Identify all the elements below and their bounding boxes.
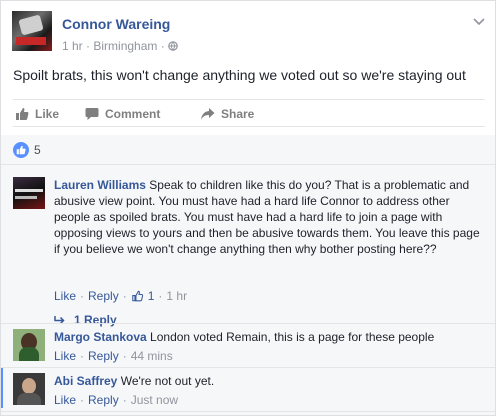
likes-summary: 5 <box>1 135 495 165</box>
action-bar: Like Comment Share <box>13 99 485 127</box>
commenter-avatar[interactable] <box>13 373 45 405</box>
replies-count-label: 1 Reply <box>74 313 117 327</box>
post-header: Connor Wareing 1 hr · Birmingham · <box>12 11 486 59</box>
comment-item: Abi Saffrey We're not out yet. Like · Re… <box>13 373 487 413</box>
comment-body: Abi Saffrey We're not out yet. <box>54 373 484 389</box>
dot-separator: · <box>80 393 85 407</box>
comments-section: Lauren Williams Speak to children like t… <box>1 165 495 415</box>
like-count[interactable]: 5 <box>34 143 41 157</box>
comment-reply-link[interactable]: Reply <box>88 289 119 303</box>
comment-icon <box>85 108 99 120</box>
comment-time[interactable]: 44 mins <box>131 349 173 363</box>
commenter-name[interactable]: Margo Stankova <box>54 330 147 344</box>
post-meta: 1 hr · Birmingham · <box>62 39 178 53</box>
chevron-down-icon[interactable] <box>472 17 486 27</box>
like-label: Like <box>35 107 60 121</box>
thumbs-up-icon <box>16 145 26 155</box>
dot-separator: · <box>80 289 85 303</box>
comment-reaction-count[interactable]: 1 <box>148 289 155 303</box>
comment-actions: Like · Reply · 44 mins <box>54 349 173 363</box>
comment-reply-link[interactable]: Reply <box>88 393 119 407</box>
dot-separator: · <box>122 349 127 363</box>
comment-body: Margo Stankova London voted Remain, this… <box>54 329 484 345</box>
commenter-avatar[interactable] <box>13 329 45 361</box>
view-replies-link[interactable]: 1 Reply <box>54 313 117 327</box>
comment-like-link[interactable]: Like <box>54 289 76 303</box>
comment-actions: Like · Reply · Just now <box>54 393 178 407</box>
comment-reply-link[interactable]: Reply <box>88 349 119 363</box>
commenter-avatar[interactable] <box>13 177 45 209</box>
comment-button[interactable]: Comment <box>85 107 160 121</box>
commenter-name[interactable]: Abi Saffrey <box>54 374 117 388</box>
comment-like-link[interactable]: Like <box>54 393 76 407</box>
divider <box>1 411 495 412</box>
author-name[interactable]: Connor Wareing <box>62 16 170 32</box>
share-arrow-icon <box>201 108 215 120</box>
comment-text: London voted Remain, this is a page for … <box>150 330 435 344</box>
comment-item: Lauren Williams Speak to children like t… <box>13 177 487 327</box>
like-button[interactable]: Like <box>15 107 59 121</box>
divider <box>1 323 495 324</box>
comment-like-link[interactable]: Like <box>54 349 76 363</box>
dot-separator: · <box>122 393 127 407</box>
share-label: Share <box>221 107 255 121</box>
globe-icon <box>168 41 178 51</box>
thumbs-up-outline-icon[interactable] <box>131 290 144 302</box>
post-card: Connor Wareing 1 hr · Birmingham · Spoil… <box>0 0 496 416</box>
dot-separator: · <box>80 349 85 363</box>
share-button[interactable]: Share <box>200 107 254 121</box>
dot-separator: · <box>122 289 127 303</box>
author-avatar[interactable] <box>12 11 52 51</box>
avatar-graphic <box>18 14 44 36</box>
thumbs-up-icon <box>16 108 29 120</box>
meta-separator-2: · <box>160 39 165 53</box>
meta-separator: · <box>86 39 91 53</box>
post-time[interactable]: 1 hr <box>62 39 83 53</box>
post-location[interactable]: Birmingham <box>93 39 157 53</box>
new-comment-indicator <box>1 368 3 408</box>
comment-actions: Like · Reply · 1 · 1 hr <box>54 289 187 303</box>
comment-text: We're not out yet. <box>120 374 215 388</box>
comment-time[interactable]: Just now <box>131 393 178 407</box>
dot-separator: · <box>158 289 163 303</box>
commenter-name[interactable]: Lauren Williams <box>54 178 146 192</box>
divider <box>1 367 495 368</box>
comment-item: Margo Stankova London voted Remain, this… <box>13 329 487 369</box>
like-reaction-icon[interactable] <box>13 142 29 158</box>
avatar-strip <box>16 37 46 45</box>
post-text: Spoilt brats, this won't change anything… <box>13 67 466 83</box>
comment-label: Comment <box>105 107 161 121</box>
comment-time[interactable]: 1 hr <box>166 289 187 303</box>
comment-body: Lauren Williams Speak to children like t… <box>54 177 484 257</box>
